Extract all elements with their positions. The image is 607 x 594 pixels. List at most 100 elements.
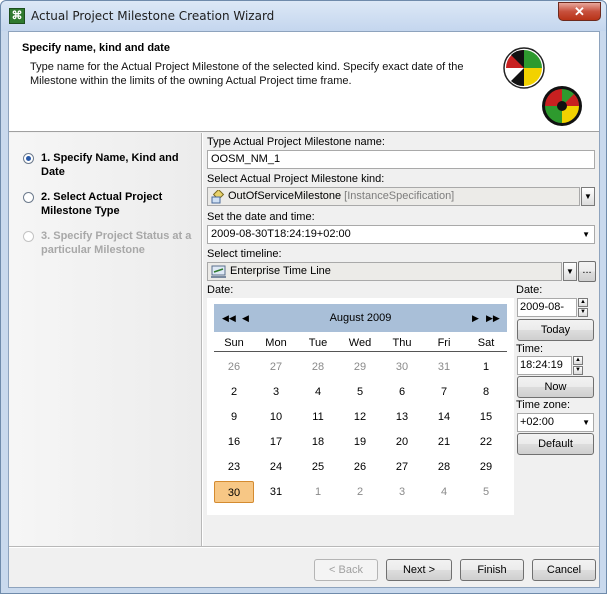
calendar-rule [214, 351, 507, 352]
time-spin-up[interactable]: ▲ [573, 356, 583, 365]
date-spin-up[interactable]: ▲ [578, 298, 588, 307]
calendar-day[interactable]: 16 [214, 431, 254, 453]
side-date-label: Date: [516, 284, 543, 296]
calendar-day[interactable]: 27 [256, 356, 296, 378]
calendar-day[interactable]: 24 [256, 456, 296, 478]
wizard-header: Specify name, kind and date Type name fo… [9, 32, 599, 132]
weekday-fri: Fri [437, 337, 451, 349]
default-button[interactable]: Default [517, 433, 594, 455]
weekday-mon: Mon [265, 337, 287, 349]
time-spin-down[interactable]: ▼ [573, 366, 583, 375]
close-button[interactable]: ✕ [558, 2, 601, 21]
time-input[interactable]: 18:24:19 [517, 356, 572, 375]
weekday-thu: Thu [392, 337, 412, 349]
next-button[interactable]: Next > [386, 559, 452, 581]
timezone-value: +02:00 [520, 416, 554, 428]
steps-panel: 1. Specify Name, Kind and Date 2. Select… [9, 133, 201, 546]
calendar-day[interactable]: 25 [298, 456, 338, 478]
side-date-input[interactable]: 2009-08-30 [517, 298, 577, 330]
kind-value: OutOfServiceMilestone [228, 190, 342, 202]
calendar-day[interactable]: 10 [256, 406, 296, 428]
timezone-select[interactable]: +02:00 ▼ [517, 413, 594, 432]
calendar-day[interactable]: 14 [424, 406, 464, 428]
calendar-day[interactable]: 4 [298, 381, 338, 403]
calendar-day[interactable]: 2 [214, 381, 254, 403]
calendar-day[interactable]: 11 [298, 406, 338, 428]
calendar-day[interactable]: 20 [382, 431, 422, 453]
calendar-day[interactable]: 26 [340, 456, 380, 478]
calendar-day[interactable]: 12 [340, 406, 380, 428]
date-spin-down[interactable]: ▼ [578, 308, 588, 317]
calendar-day[interactable]: 1 [298, 481, 338, 503]
finish-button[interactable]: Finish [460, 559, 524, 581]
calendar-day[interactable]: 13 [382, 406, 422, 428]
calendar-year: 2009 [366, 312, 392, 324]
calendar-day[interactable]: 17 [256, 431, 296, 453]
footer-divider [9, 546, 599, 548]
datetime-value: 2009-08-30T18:24:19+02:00 [211, 228, 351, 240]
calendar-day[interactable]: 9 [214, 406, 254, 428]
calendar-day[interactable]: 26 [214, 356, 254, 378]
calendar-day[interactable]: 29 [340, 356, 380, 378]
calendar-day[interactable]: 5 [466, 481, 506, 503]
calendar-day[interactable]: 2 [340, 481, 380, 503]
timeline-select[interactable]: Enterprise Time Line [207, 262, 562, 281]
milestone-logo-icon [503, 47, 582, 126]
milestone-name-input[interactable]: OOSM_NM_1 [207, 150, 595, 169]
next-year-icon[interactable]: ▶▶ [486, 304, 500, 332]
calendar-day[interactable]: 28 [298, 356, 338, 378]
back-button: < Back [314, 559, 378, 581]
calendar-day[interactable]: 8 [466, 381, 506, 403]
weekday-tue: Tue [308, 337, 328, 349]
kind-dropdown-button[interactable]: ▼ [581, 187, 595, 206]
calendar-day[interactable]: 18 [298, 431, 338, 453]
weekday-sat: Sat [477, 337, 495, 349]
calendar-day[interactable]: 6 [382, 381, 422, 403]
calendar-day[interactable]: 19 [340, 431, 380, 453]
calendar-day[interactable]: 3 [256, 381, 296, 403]
datetime-select[interactable]: 2009-08-30T18:24:19+02:00 ▼ [207, 225, 595, 244]
calendar-day[interactable]: 3 [382, 481, 422, 503]
prev-month-icon[interactable]: ◀ [242, 304, 249, 332]
calendar-day[interactable]: 29 [466, 456, 506, 478]
prev-year-icon[interactable]: ◀◀ [222, 304, 236, 332]
cancel-button[interactable]: Cancel [532, 559, 596, 581]
header-title: Specify name, kind and date [22, 42, 170, 54]
calendar-day[interactable]: 30 [382, 356, 422, 378]
calendar-day[interactable]: 23 [214, 456, 254, 478]
instance-specification-icon [211, 190, 225, 204]
calendar-day[interactable]: 7 [424, 381, 464, 403]
calendar-day[interactable]: 5 [340, 381, 380, 403]
timeline-dropdown-button[interactable]: ▼ [563, 262, 577, 281]
calendar-day[interactable]: 31 [424, 356, 464, 378]
calendar-day[interactable]: 4 [424, 481, 464, 503]
milestone-kind-select[interactable]: OutOfServiceMilestone [InstanceSpecifica… [207, 187, 580, 206]
calendar: August 2009 ◀◀ ◀ ▶ ▶▶ Sun Mon Tue Wed Thu Fri… [207, 298, 514, 515]
datetime-chevron-icon[interactable]: ▼ [582, 226, 590, 243]
next-month-icon[interactable]: ▶ [472, 304, 479, 332]
calendar-day[interactable]: 31 [256, 481, 296, 503]
step-3-label: 3. Specify Project Status at a particula… [41, 230, 192, 256]
window-title: Actual Project Milestone Creation Wizard [31, 9, 275, 23]
weekday-wed: Wed [348, 337, 372, 349]
kind-type: [InstanceSpecification] [344, 190, 455, 202]
wizard-window: ⌘ Actual Project Milestone Creation Wiza… [0, 0, 607, 594]
timeline-browse-button[interactable]: ... [578, 261, 596, 282]
step-1-radio[interactable] [23, 153, 34, 164]
title-bar[interactable]: ⌘ Actual Project Milestone Creation Wiza… [1, 1, 606, 31]
step-3-radio [23, 231, 34, 242]
calendar-day[interactable]: 21 [424, 431, 464, 453]
calendar-day[interactable]: 28 [424, 456, 464, 478]
timeline-label: Select timeline: [207, 248, 282, 260]
now-button[interactable]: Now [517, 376, 594, 398]
timezone-chevron-icon[interactable]: ▼ [582, 414, 590, 431]
calendar-day[interactable]: 30 [214, 481, 254, 503]
calendar-day[interactable]: 1 [466, 356, 506, 378]
calendar-day[interactable]: 15 [466, 406, 506, 428]
calendar-day[interactable]: 27 [382, 456, 422, 478]
timeline-value: Enterprise Time Line [230, 265, 331, 277]
calendar-day[interactable]: 22 [466, 431, 506, 453]
step-2-radio[interactable] [23, 192, 34, 203]
time-label: Time: [516, 343, 544, 355]
today-button[interactable]: Today [517, 319, 594, 341]
